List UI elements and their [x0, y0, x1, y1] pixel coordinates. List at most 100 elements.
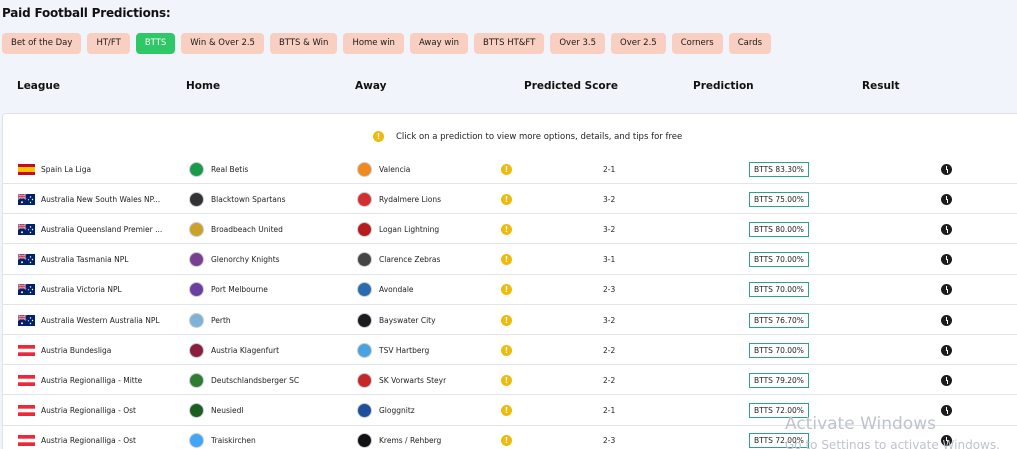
table-row[interactable]: Australia Western Australia NPL Perth Bays… [3, 305, 1017, 335]
result-cell [941, 335, 952, 365]
info-cell: ! [501, 426, 512, 449]
home-team-name: Real Betis [211, 164, 249, 174]
prediction-cell: BTTS 75.00% [749, 184, 809, 214]
prediction-badge[interactable]: BTTS 70.00% [749, 252, 809, 268]
away-cell: SK Vorwarts Steyr [357, 365, 446, 395]
table-row[interactable]: Australia Queensland Premier ... Broadbea… [3, 214, 1017, 245]
predicted-score: 2-2 [603, 375, 616, 385]
prediction-badge[interactable]: BTTS 79.20% [749, 372, 809, 388]
info-icon[interactable]: ! [501, 435, 512, 447]
result-cell [941, 305, 952, 335]
prediction-badge[interactable]: BTTS 70.00% [749, 342, 809, 358]
league-cell: Australia Western Australia NPL [17, 305, 160, 335]
info-cell: ! [501, 214, 512, 244]
home-team-name: Austria Klagenfurt [211, 345, 280, 355]
tab-ht-ft[interactable]: HT/FT [87, 33, 130, 54]
home-team-name: Deutschlandsberger SC [211, 375, 300, 385]
table-row[interactable]: Australia Tasmania NPL Glenorchy Knights C… [3, 245, 1017, 275]
tab-btts-win[interactable]: BTTS & Win [269, 33, 338, 54]
away-cell: Krems / Rehberg [357, 426, 441, 449]
prediction-cell: BTTS 83.30% [749, 154, 809, 184]
info-icon[interactable]: ! [501, 284, 512, 296]
austria-flag [18, 435, 35, 447]
predicted-score: 3-2 [603, 224, 616, 234]
away-team-name: Logan Lightning [379, 224, 440, 234]
tab-away-win[interactable]: Away win [409, 33, 469, 54]
result-cell [941, 245, 952, 275]
info-icon[interactable]: ! [501, 374, 512, 386]
activate-windows-subtitle: Go to Settings to activate Windows. [785, 438, 1000, 449]
tab-bet-of-the-day[interactable]: Bet of the Day [2, 33, 82, 54]
league-cell: Australia New South Wales NP... [17, 184, 160, 214]
away-team-logo [357, 221, 372, 237]
table-row[interactable]: Australia New South Wales NP... Blacktown… [3, 184, 1017, 215]
table-row[interactable]: Australia Victoria NPL Port Melbourne Avon… [3, 275, 1017, 305]
table-row[interactable]: Austria Regionalliga - Mitte Deutschlands… [3, 365, 1017, 396]
predicted-score: 3-2 [603, 315, 616, 325]
league-cell: Austria Bundesliga [18, 335, 111, 365]
prediction-badge[interactable]: BTTS 76.70% [749, 312, 809, 328]
away-team-logo [357, 161, 372, 177]
home-cell: Austria Klagenfurt [189, 335, 279, 365]
home-cell: Real Betis [189, 154, 248, 184]
league-name: Australia Tasmania NPL [41, 255, 129, 265]
tab-over-3-5[interactable]: Over 3.5 [550, 33, 606, 54]
home-team-logo [189, 372, 204, 388]
info-icon[interactable]: ! [501, 223, 512, 235]
away-team-logo [357, 433, 372, 449]
clock-icon [941, 284, 952, 296]
prediction-cell: BTTS 70.00% [749, 245, 809, 275]
clock-icon [941, 405, 952, 417]
tab-btts-ht-ft[interactable]: BTTS HT&FT [474, 33, 545, 54]
australia-flag [17, 283, 35, 296]
result-cell [941, 365, 952, 395]
tab-btts[interactable]: BTTS [135, 33, 176, 54]
league-name: Austria Regionalliga - Ost [41, 436, 136, 446]
info-icon[interactable]: ! [501, 254, 512, 266]
austria-flag [18, 405, 35, 417]
info-icon[interactable]: ! [501, 344, 512, 356]
info-cell: ! [501, 396, 512, 426]
away-team-name: Krems / Rehberg [379, 436, 442, 446]
predicted-score: 2-2 [603, 345, 616, 355]
tab-win-over-2-5[interactable]: Win & Over 2.5 [181, 33, 264, 54]
info-icon[interactable]: ! [501, 163, 512, 175]
tab-home-win[interactable]: Home win [343, 33, 404, 54]
home-cell: Port Melbourne [189, 275, 268, 305]
table-row[interactable]: Spain La Liga Real Betis Valencia! 2-1 BTTS … [3, 154, 1017, 184]
prediction-badge[interactable]: BTTS 70.00% [749, 282, 809, 298]
tab-cards[interactable]: Cards [728, 33, 772, 54]
prediction-cell: BTTS 70.00% [749, 335, 809, 365]
home-cell: Neusiedl [189, 396, 243, 426]
tab-over-2-5[interactable]: Over 2.5 [611, 33, 666, 54]
away-cell: Gloggnitz [357, 396, 415, 426]
austria-flag [18, 374, 35, 386]
away-team-logo [357, 403, 372, 419]
prediction-badge[interactable]: BTTS 83.30% [749, 161, 809, 177]
prediction-badge[interactable]: BTTS 75.00% [749, 191, 809, 207]
home-team-name: Blacktown Spartans [211, 194, 286, 204]
home-team-name: Port Melbourne [211, 285, 268, 295]
league-name: Spain La Liga [41, 164, 92, 174]
away-team-logo [357, 372, 372, 388]
league-name: Austria Bundesliga [41, 345, 112, 355]
result-cell [941, 184, 952, 214]
away-team-name: SK Vorwarts Steyr [379, 375, 447, 385]
australia-flag [17, 253, 35, 266]
away-team-name: Rydalmere Lions [379, 194, 442, 204]
home-cell: Broadbeach United [189, 214, 283, 244]
tab-corners[interactable]: Corners [671, 33, 723, 54]
predicted-score: 2-1 [603, 164, 616, 174]
info-icon[interactable]: ! [501, 405, 512, 417]
result-cell [941, 396, 952, 426]
home-team-logo [189, 282, 204, 298]
league-name: Austria Regionalliga - Mitte [41, 375, 143, 385]
league-cell: Austria Regionalliga - Ost [18, 396, 136, 426]
home-cell: Deutschlandsberger SC [189, 365, 299, 395]
prediction-badge[interactable]: BTTS 80.00% [749, 221, 809, 237]
info-icon[interactable]: ! [501, 314, 512, 326]
table-row[interactable]: Austria Bundesliga Austria Klagenfurt TSV … [3, 335, 1017, 366]
home-team-logo [189, 403, 204, 419]
info-icon[interactable]: ! [501, 193, 512, 205]
predicted-score: 3-1 [603, 255, 616, 265]
